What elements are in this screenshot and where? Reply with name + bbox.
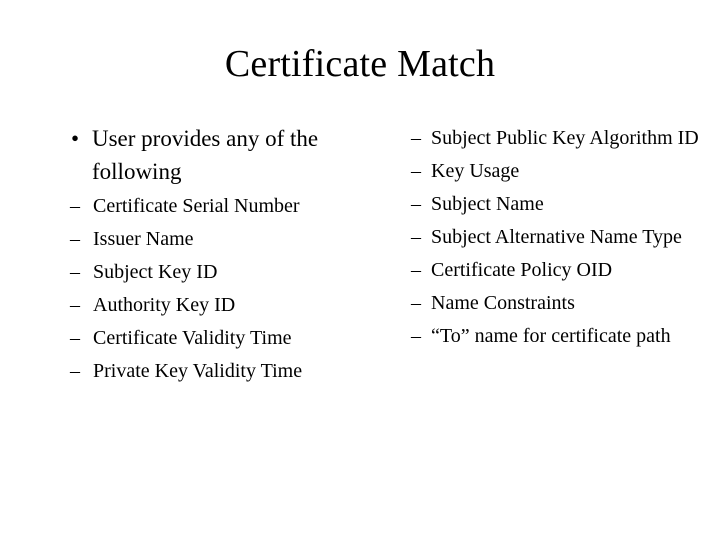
dash-icon: – <box>411 292 421 314</box>
list-item: – Authority Key ID <box>58 289 378 322</box>
list-item: – Subject Key ID <box>58 256 378 289</box>
dash-icon: – <box>70 261 80 283</box>
list-item-label: Subject Key ID <box>93 261 218 283</box>
list-item-label: Certificate Serial Number <box>93 195 300 217</box>
dash-icon: – <box>70 294 80 316</box>
dash-icon: – <box>70 327 80 349</box>
dash-icon: – <box>70 228 80 250</box>
list-item: – Private Key Validity Time <box>58 355 378 388</box>
dash-icon: – <box>70 195 80 217</box>
list-item: – Issuer Name <box>58 223 378 256</box>
list-item: – Certificate Validity Time <box>58 322 378 355</box>
list-item-label: Key Usage <box>431 160 520 182</box>
sub-bullet-list-left: – Certificate Serial Number – Issuer Nam… <box>58 190 378 388</box>
list-item-label: Subject Public Key Algorithm ID <box>431 127 699 149</box>
list-item: – Subject Alternative Name Type <box>400 221 710 254</box>
list-item-label: Private Key Validity Time <box>93 360 303 382</box>
dash-icon: – <box>411 325 421 347</box>
list-item: – Certificate Policy OID <box>400 254 710 287</box>
list-item-label: Certificate Validity Time <box>93 327 292 349</box>
dash-icon: – <box>411 193 421 215</box>
content-column-right: – Subject Public Key Algorithm ID – Key … <box>400 122 710 353</box>
sub-bullet-list-right: – Subject Public Key Algorithm ID – Key … <box>400 122 710 353</box>
bullet-level1-label: User provides any of the following <box>92 126 319 184</box>
bullet-dot-icon: • <box>71 126 80 151</box>
list-item-label: “To” name for certificate path <box>431 325 671 347</box>
content-column-left: • User provides any of the following – C… <box>58 122 378 388</box>
list-item: – Subject Public Key Algorithm ID <box>400 122 710 155</box>
list-item-label: Certificate Policy OID <box>431 259 613 281</box>
slide-body: • User provides any of the following – C… <box>0 122 720 522</box>
list-item-label: Subject Alternative Name Type <box>431 226 682 248</box>
dash-icon: – <box>411 160 421 182</box>
list-item-label: Authority Key ID <box>93 294 236 316</box>
dash-icon: – <box>411 127 421 149</box>
dash-icon: – <box>411 259 421 281</box>
list-item-label: Issuer Name <box>93 228 194 250</box>
dash-icon: – <box>411 226 421 248</box>
list-item-label: Name Constraints <box>431 292 575 314</box>
list-item: – Name Constraints <box>400 287 710 320</box>
slide: Certificate Match • User provides any of… <box>0 0 720 540</box>
list-item: – Certificate Serial Number <box>58 190 378 223</box>
page-title: Certificate Match <box>224 43 496 85</box>
dash-icon: – <box>70 360 80 382</box>
bullet-level1-user-provides: • User provides any of the following <box>58 122 378 188</box>
list-item: – Key Usage <box>400 155 710 188</box>
list-item-label: Subject Name <box>431 193 544 215</box>
list-item: – Subject Name <box>400 188 710 221</box>
list-item: – “To” name for certificate path <box>400 320 710 353</box>
